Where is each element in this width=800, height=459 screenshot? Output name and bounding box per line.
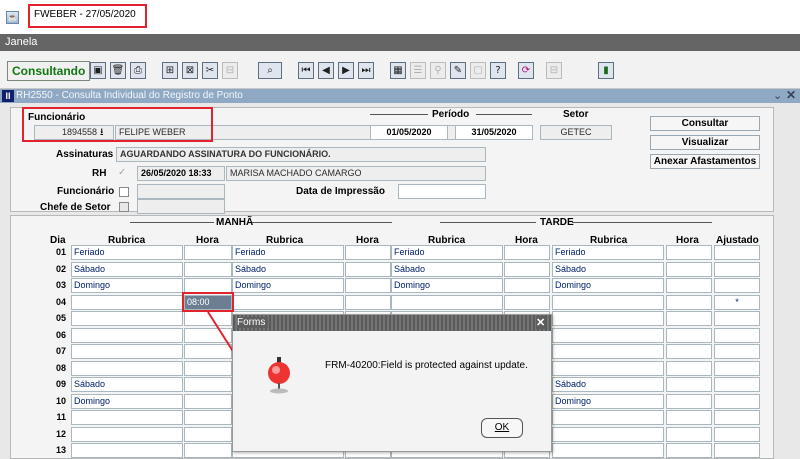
forms-dialog: Forms ✕ FRM-40200:Field is protected aga…	[232, 314, 552, 452]
dialog-close-icon[interactable]: ✕	[536, 316, 546, 329]
alarm-bell-icon	[268, 357, 290, 394]
dialog-title: Forms	[237, 317, 269, 328]
dialog-titlebar: Forms ✕	[233, 315, 551, 331]
ok-button[interactable]: OK	[481, 418, 523, 438]
dialog-message: FRM-40200:Field is protected against upd…	[325, 360, 528, 371]
